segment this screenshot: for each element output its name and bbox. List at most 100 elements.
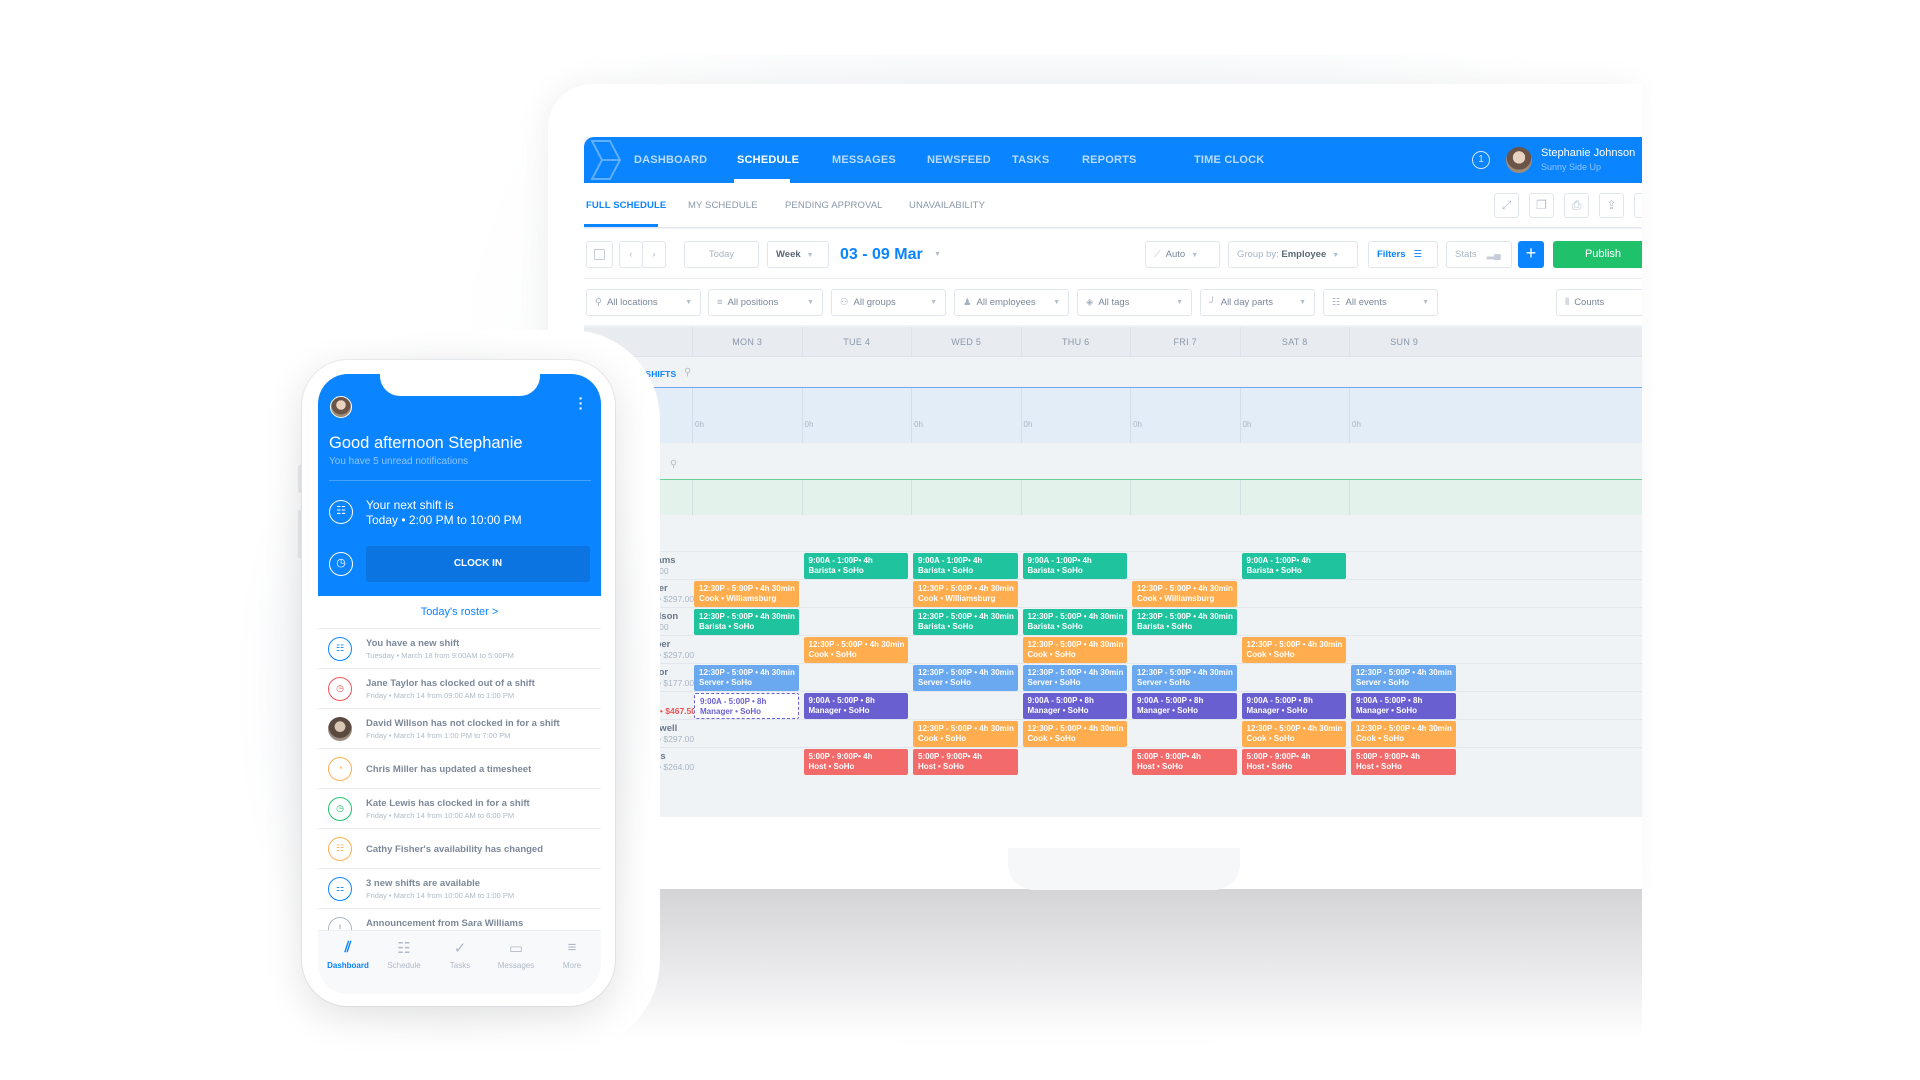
shift-block[interactable]: 12:30P - 5:00P • 4h 30min Cook • Williams… (1132, 581, 1237, 607)
shift-block[interactable]: 9:00A - 5:00P • 8h Manager • SoHo (694, 693, 799, 719)
shift-role: Manager • SoHo (1027, 706, 1089, 715)
shift-block[interactable]: 9:00A - 1:00P• 4h Barista • SoHo (1022, 553, 1127, 579)
nav-dashboard[interactable]: DASHBOARD (634, 154, 707, 166)
user-avatar[interactable] (1506, 147, 1532, 173)
shift-block[interactable]: 9:00A - 5:00P • 8h Manager • SoHo (1241, 693, 1346, 719)
group-by-select[interactable]: Group by: Employee ▼ (1228, 241, 1358, 268)
tab-schedule[interactable]: ☷ Schedule (376, 939, 432, 970)
add-shift-button[interactable]: + (1518, 241, 1544, 268)
shift-block[interactable]: 9:00A - 1:00P• 4h Barista • SoHo (913, 553, 1018, 579)
day-header-cell[interactable]: MON 3 (692, 327, 802, 357)
notification-item[interactable]: ◔ Chris Miller has updated a timesheet (318, 748, 601, 788)
notification-icon[interactable]: 1 (1472, 151, 1490, 169)
shift-block[interactable]: 12:30P - 5:00P • 4h 30min Server • SoHo (913, 665, 1018, 691)
todays-roster-link[interactable]: Today's roster > (318, 606, 601, 618)
filter-positions[interactable]: ≡ All positions ▼ (708, 289, 823, 316)
expand-icon[interactable]: ⤢ (1494, 193, 1519, 218)
shift-block[interactable]: 12:30P - 5:00P • 4h 30min Server • SoHo (1351, 665, 1456, 691)
select-all-checkbox[interactable] (586, 241, 613, 268)
filter-employees[interactable]: ♟ All employees ▼ (954, 289, 1069, 316)
shift-block[interactable]: 12:30P - 5:00P • 4h 30min Cook • SoHo (803, 637, 908, 663)
shift-block[interactable]: 12:30P - 5:00P • 4h 30min Server • SoHo (1132, 665, 1237, 691)
notification-item[interactable]: David Willson has not clocked in for a s… (318, 708, 601, 748)
shift-block[interactable]: 5:00P - 9:00P• 4h Host • SoHo (1351, 749, 1456, 775)
shift-block[interactable]: 9:00A - 5:00P • 8h Manager • SoHo (1351, 693, 1456, 719)
shift-role: Cook • SoHo (918, 734, 967, 743)
clock-in-button[interactable]: CLOCK IN (366, 546, 590, 582)
shift-block[interactable]: 5:00P - 9:00P• 4h Host • SoHo (1241, 749, 1346, 775)
print-icon[interactable]: ⎙ (1564, 193, 1589, 218)
prev-week-button[interactable]: ‹ (619, 241, 643, 268)
nav-time-clock[interactable]: TIME CLOCK (1194, 154, 1264, 166)
shift-block[interactable]: 5:00P - 9:00P• 4h Host • SoHo (913, 749, 1018, 775)
shift-block[interactable]: 5:00P - 9:00P• 4h Host • SoHo (803, 749, 908, 775)
day-header-cell[interactable]: WED 5 (911, 327, 1021, 357)
filters-button[interactable]: Filters ☰ (1368, 241, 1438, 268)
day-header-cell[interactable]: TUE 4 (801, 327, 912, 357)
user-name[interactable]: Stephanie Johnson (1541, 147, 1635, 159)
tab-pending-approval[interactable]: PENDING APPROVAL (785, 200, 883, 211)
day-header-cell[interactable]: FRI 7 (1130, 327, 1240, 357)
nav-tasks[interactable]: TASKS (1012, 154, 1049, 166)
tab-my-schedule[interactable]: MY SCHEDULE (688, 200, 758, 211)
filter-events[interactable]: ☷ All events ▼ (1323, 289, 1438, 316)
tab-messages[interactable]: ▭ Messages (488, 939, 544, 970)
filter-tags[interactable]: ◈ All tags ▼ (1077, 289, 1192, 316)
shift-block[interactable]: 9:00A - 5:00P • 8h Manager • SoHo (803, 693, 908, 719)
notification-item[interactable]: ☷ You have a new shift Tuesday • March 18 … (318, 628, 601, 668)
shift-block[interactable]: 12:30P - 5:00P • 4h 30min Barista • SoHo (1132, 609, 1237, 635)
shift-block[interactable]: 12:30P - 5:00P • 4h 30min Cook • Williams… (913, 581, 1018, 607)
notification-item[interactable]: ◷ Jane Taylor has clocked out of a shift F… (318, 668, 601, 708)
shift-block[interactable]: 9:00A - 5:00P • 8h Manager • SoHo (1022, 693, 1127, 719)
shift-block[interactable]: 12:30P - 5:00P • 4h 30min Server • SoHo (1022, 665, 1127, 691)
more-actions-icon[interactable] (1634, 193, 1642, 218)
shift-block[interactable]: 12:30P - 5:00P • 4h 30min Cook • SoHo (1241, 637, 1346, 663)
tab-dashboard[interactable]: ⫽ Dashboard (320, 939, 376, 970)
date-range-picker[interactable]: 03 - 09 Mar (840, 246, 923, 264)
tab-tasks[interactable]: ✓ Tasks (432, 939, 488, 970)
notification-item[interactable]: ⚏ 3 new shifts are available Friday • Marc… (318, 868, 601, 908)
notification-item[interactable]: ☷ Cathy Fisher's availability has changed (318, 828, 601, 868)
nav-newsfeed[interactable]: NEWSFEED (927, 154, 991, 166)
shift-block[interactable]: 12:30P - 5:00P • 4h 30min Cook • SoHo (1351, 721, 1456, 747)
shift-block[interactable]: 9:00A - 1:00P• 4h Barista • SoHo (803, 553, 908, 579)
pin-icon[interactable]: ⚲ (670, 459, 677, 470)
pin-icon[interactable]: ⚲ (684, 367, 691, 378)
kebab-menu-icon[interactable]: · · · (578, 391, 584, 415)
shift-block[interactable]: 12:30P - 5:00P • 4h 30min Cook • SoHo (913, 721, 1018, 747)
stats-button[interactable]: Stats ▂▄ (1446, 241, 1512, 268)
counts-toggle[interactable]: ⦀ Counts (1556, 289, 1642, 316)
tab-more[interactable]: ≡ More (544, 939, 600, 970)
shift-block[interactable]: 9:00A - 1:00P• 4h Barista • SoHo (1241, 553, 1346, 579)
copy-icon[interactable]: ❐ (1529, 193, 1554, 218)
export-icon[interactable]: ⇪ (1599, 193, 1624, 218)
today-button[interactable]: Today (684, 241, 759, 268)
nav-schedule[interactable]: SCHEDULE (737, 154, 799, 166)
notification-item[interactable]: ◷ Kate Lewis has clocked in for a shift Fr… (318, 788, 601, 828)
day-header-cell[interactable]: SUN 9 (1349, 327, 1459, 357)
filter-groups[interactable]: ⚇ All groups ▼ (831, 289, 946, 316)
shift-block[interactable]: 12:30P - 5:00P • 4h 30min Cook • SoHo (1022, 637, 1127, 663)
nav-reports[interactable]: REPORTS (1082, 154, 1137, 166)
nav-messages[interactable]: MESSAGES (832, 154, 896, 166)
view-select[interactable]: Week ▼ (767, 241, 829, 268)
day-header-cell[interactable]: SAT 8 (1239, 327, 1350, 357)
shift-block[interactable]: 12:30P - 5:00P • 4h 30min Server • SoHo (694, 665, 799, 691)
shift-block[interactable]: 12:30P - 5:00P • 4h 30min Cook • Williams… (694, 581, 799, 607)
shift-block[interactable]: 5:00P - 9:00P• 4h Host • SoHo (1132, 749, 1237, 775)
shift-block[interactable]: 12:30P - 5:00P • 4h 30min Barista • SoHo (694, 609, 799, 635)
next-week-button[interactable]: › (642, 241, 666, 268)
filter-locations[interactable]: ⚲ All locations ▼ (586, 289, 701, 316)
tab-full-schedule[interactable]: FULL SCHEDULE (586, 200, 666, 211)
day-header-cell[interactable]: THU 6 (1020, 327, 1131, 357)
tab-unavailability[interactable]: UNAVAILABILITY (909, 200, 985, 211)
filter-day-parts[interactable]: ┘ All day parts ▼ (1200, 289, 1315, 316)
shift-block[interactable]: 12:30P - 5:00P • 4h 30min Cook • SoHo (1241, 721, 1346, 747)
shift-block[interactable]: 12:30P - 5:00P • 4h 30min Barista • SoHo (1022, 609, 1127, 635)
auto-schedule-button[interactable]: ⟋ Auto ▼ (1145, 241, 1220, 268)
publish-button[interactable]: Publish (1553, 241, 1642, 268)
shift-block[interactable]: 12:30P - 5:00P • 4h 30min Cook • SoHo (1022, 721, 1127, 747)
shift-block[interactable]: 12:30P - 5:00P • 4h 30min Barista • SoHo (913, 609, 1018, 635)
shift-block[interactable]: 9:00A - 5:00P • 8h Manager • SoHo (1132, 693, 1237, 719)
mobile-avatar[interactable] (330, 396, 352, 418)
